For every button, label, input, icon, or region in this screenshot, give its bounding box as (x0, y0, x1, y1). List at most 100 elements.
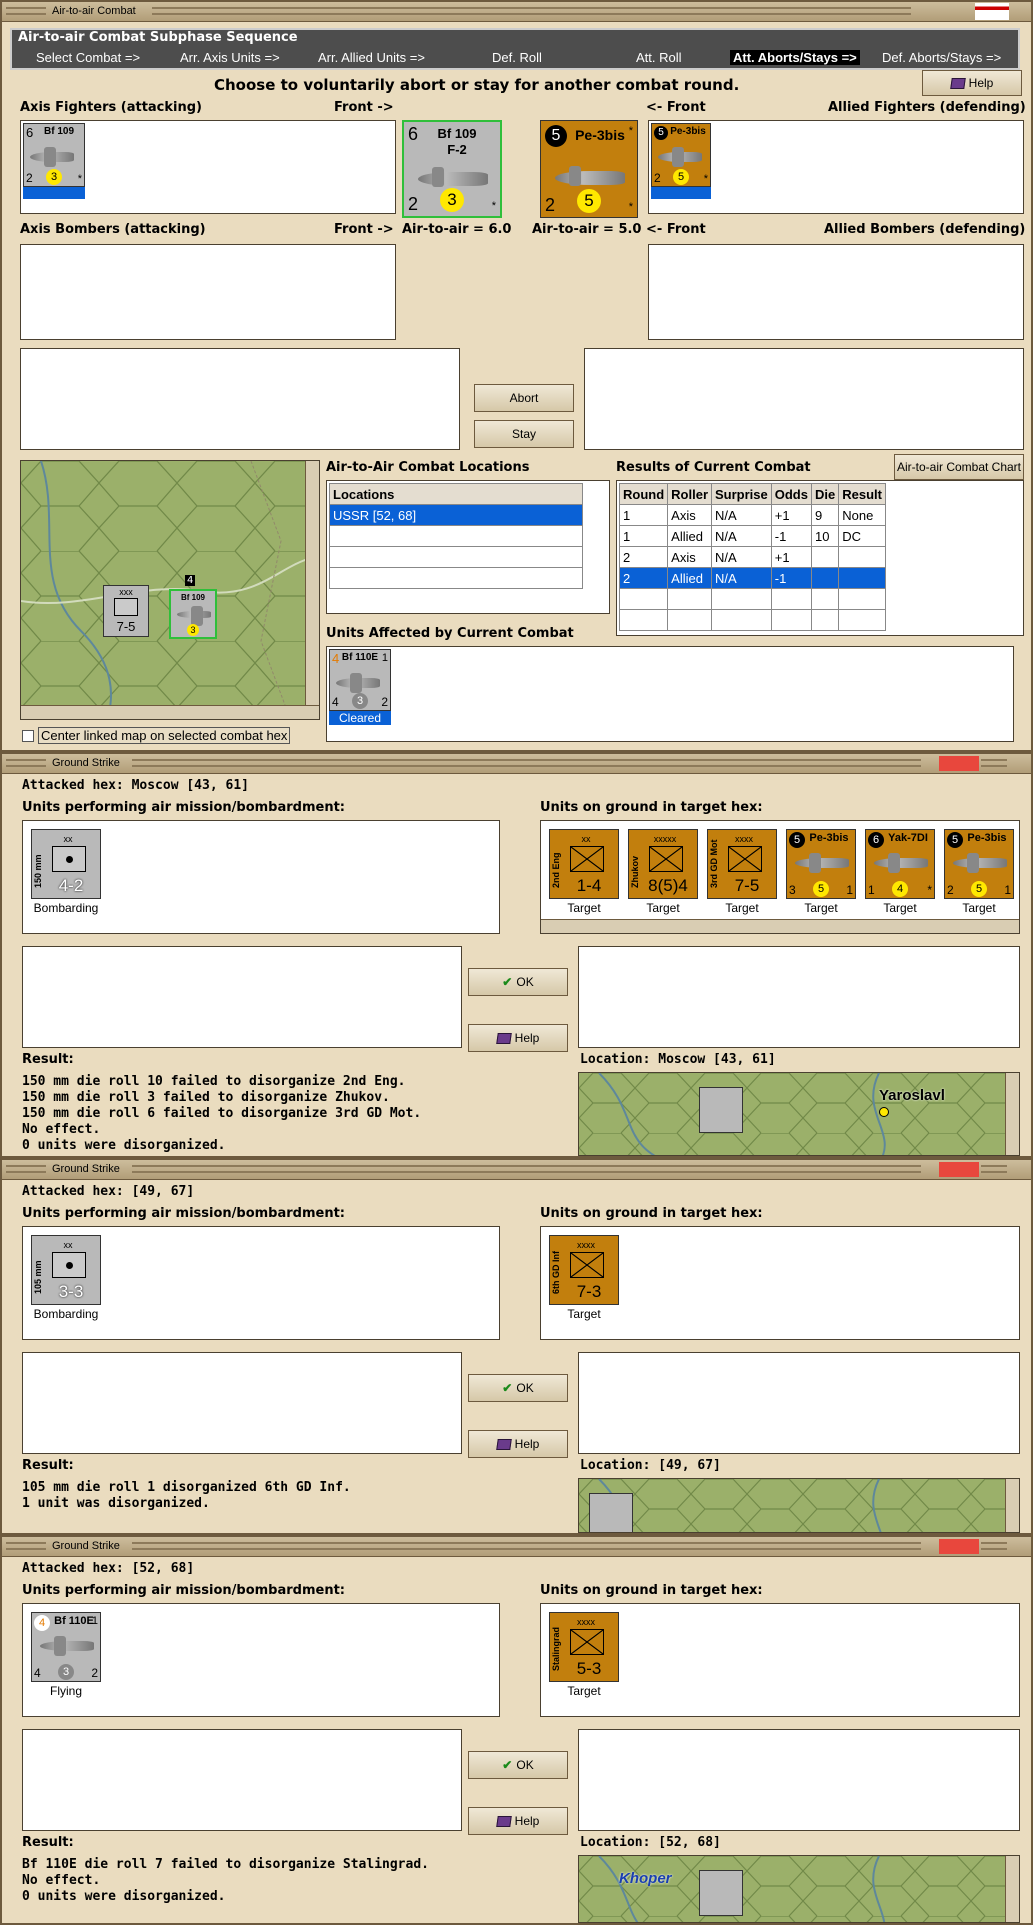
performing-aborted-box[interactable] (22, 1352, 462, 1454)
stay-button[interactable]: Stay (474, 420, 574, 448)
plane-icon (658, 147, 702, 167)
plane-icon (30, 147, 74, 167)
aircraft-counter[interactable]: 5 Pe-3bis 2 5 1 (944, 829, 1014, 899)
performing-aborted-box[interactable] (22, 1729, 462, 1831)
performing-aborted-box[interactable] (22, 946, 462, 1048)
affected-unit-counter[interactable]: 4 Bf 110E 1 4 3 2 (329, 649, 391, 711)
artillery-unit-symbol (52, 846, 86, 872)
performing-units-box[interactable]: 4 Bf 110E 1 4 3 2 Flying (22, 1603, 500, 1717)
results-cell: +1 (770, 546, 812, 568)
location-row[interactable]: USSR [52, 68] (329, 504, 583, 526)
results-row[interactable]: 2 Axis N/A +1 (618, 546, 886, 568)
location-label: Location: [49, 67] (580, 1458, 721, 1473)
seq-step-arr-allied: Arr. Allied Units => (318, 50, 425, 65)
ok-button[interactable]: ✔ OK (468, 1374, 568, 1402)
map-infantry-counter[interactable]: xxx 7-5 (103, 585, 149, 637)
air-combat-chart-button[interactable]: Air-to-air Combat Chart (894, 454, 1024, 480)
aircraft-counter[interactable]: 4 Bf 110E 1 4 3 2 (31, 1612, 101, 1682)
ground-units-box[interactable]: 2nd Eng xx 1-4 Target Zhukov xxxxx 8(5)4 Target… (540, 820, 1020, 934)
allied-aborted-box[interactable] (584, 348, 1024, 450)
help-button[interactable]: Help (468, 1024, 568, 1052)
results-cell (810, 546, 840, 568)
axis-bombers-box[interactable] (20, 244, 396, 340)
results-cell: DC (838, 525, 886, 547)
ground-unit-counter[interactable]: Stalingrad xxxx 5-3 (549, 1612, 619, 1682)
map-unit-counter[interactable] (589, 1493, 633, 1532)
ground-unit-counter[interactable]: 6th GD Inf xxxx 7-3 (549, 1235, 619, 1305)
aircraft-counter[interactable]: 5 Pe-3bis 3 5 1 (786, 829, 856, 899)
sequence-bar: Air-to-air Combat Subphase Sequence Sele… (10, 28, 1020, 70)
map-scrollbar-vertical[interactable] (1005, 1856, 1019, 1922)
locations-list[interactable]: Locations USSR [52, 68] (326, 480, 610, 614)
target-caption: Target (567, 1684, 601, 1698)
ground-unit-counter[interactable]: 3rd GD Mot xxxx 7-5 (707, 829, 777, 899)
location-map[interactable] (578, 1478, 1020, 1533)
axis-fighter-counter[interactable]: 6 Bf 109 2 3 * (23, 123, 85, 187)
allied-active-fighter-counter[interactable]: 5 Pe-3bis * 2 5 * (540, 120, 638, 218)
allied-bombers-box[interactable] (648, 244, 1024, 340)
ground-result-box[interactable] (578, 1729, 1020, 1831)
results-cell: Allied (667, 567, 712, 589)
performing-units-box[interactable]: 150 mm xx 4-2 Bombarding (22, 820, 500, 934)
map-scrollbar-vertical[interactable] (305, 461, 319, 707)
results-table-box[interactable]: Round Roller Surprise Odds Die Result 1 Axis N/… (616, 480, 1024, 636)
map-scrollbar-vertical[interactable] (1005, 1479, 1019, 1532)
ground-result-box[interactable] (578, 1352, 1020, 1454)
help-button[interactable]: Help (468, 1807, 568, 1835)
aircraft-counter[interactable]: 6 Yak-7DI 1 4 * (865, 829, 935, 899)
target-caption: Target (962, 901, 996, 915)
center-map-checkbox[interactable] (22, 730, 34, 742)
ground-strike-titlebar[interactable]: Ground Strike (2, 1537, 1031, 1557)
results-cell: N/A (711, 546, 772, 568)
ground-units-scrollbar[interactable] (541, 919, 1019, 933)
ground-strike-titlebar[interactable]: Ground Strike (2, 754, 1031, 774)
axis-active-fighter-counter[interactable]: 6 Bf 109 F-2 2 3 * (402, 120, 502, 218)
ground-strike-window: Ground Strike Attacked hex: Moscow [43, 6… (0, 752, 1033, 1158)
map-scrollbar-vertical[interactable] (1005, 1073, 1019, 1155)
results-row[interactable]: 1 Axis N/A +1 9 None (618, 504, 886, 526)
ground-result-box[interactable] (578, 946, 1020, 1048)
result-line: No effect. (22, 1122, 101, 1137)
location-map[interactable]: Yaroslavl (578, 1072, 1020, 1156)
axis-aborted-box[interactable] (20, 348, 460, 450)
ground-unit-counter[interactable]: 2nd Eng xx 1-4 (549, 829, 619, 899)
affected-units-box[interactable]: 4 Bf 110E 1 4 3 2 Cleared (326, 646, 1014, 742)
map-scrollbar-horizontal[interactable] (21, 705, 319, 719)
artillery-counter[interactable]: 105 mm xx 3-3 (31, 1235, 101, 1305)
instruction-text: Choose to voluntarily abort or stay for … (214, 76, 740, 94)
ground-units-box[interactable]: 6th GD Inf xxxx 7-3 Target (540, 1226, 1020, 1340)
map-unit-counter[interactable] (699, 1087, 743, 1133)
results-row[interactable]: 2 Allied N/A -1 (618, 567, 886, 589)
window-title: Ground Strike (52, 757, 120, 769)
allied-fighter-counter[interactable]: 5 Pe-3bis 2 5 * (651, 123, 711, 187)
ground-strike-titlebar[interactable]: Ground Strike (2, 1160, 1031, 1180)
ok-button[interactable]: ✔ OK (468, 968, 568, 996)
air-combat-titlebar[interactable]: Air-to-air Combat (2, 2, 1031, 22)
front-label-allied: <- Front (646, 100, 706, 115)
artillery-counter[interactable]: 150 mm xx 4-2 (31, 829, 101, 899)
linked-map[interactable]: xxx 7-5 Bf 109 3 4 (20, 460, 320, 720)
axis-fighters-box[interactable]: 6 Bf 109 2 3 * (20, 120, 396, 214)
map-unit-counter[interactable] (699, 1870, 743, 1916)
abort-button[interactable]: Abort (474, 384, 574, 412)
titlebar-grip (6, 7, 46, 15)
ground-unit-counter[interactable]: Zhukov xxxxx 8(5)4 (628, 829, 698, 899)
results-header-cell: Die (810, 483, 840, 505)
allied-fighters-box[interactable]: 5 Pe-3bis 2 5 * (648, 120, 1024, 214)
help-button[interactable]: Help (468, 1430, 568, 1458)
plane-icon (40, 1636, 94, 1656)
results-cell: N/A (711, 525, 772, 547)
seq-step-def-roll: Def. Roll (492, 50, 542, 65)
map-fighter-counter[interactable]: Bf 109 3 (169, 589, 217, 639)
ground-units-box[interactable]: Stalingrad xxxx 5-3 Target (540, 1603, 1020, 1717)
selection-bar (23, 187, 85, 199)
results-cell: Axis (667, 546, 712, 568)
performing-units-box[interactable]: 105 mm xx 3-3 Bombarding (22, 1226, 500, 1340)
ok-button[interactable]: ✔ OK (468, 1751, 568, 1779)
results-cell: N/A (711, 504, 772, 526)
location-map[interactable]: Khoper (578, 1855, 1020, 1923)
help-button[interactable]: Help (922, 70, 1022, 96)
location-label: Location: Moscow [43, 61] (580, 1052, 776, 1067)
unit-symbol (570, 1252, 604, 1278)
results-row[interactable]: 1 Allied N/A -1 10 DC (618, 525, 886, 547)
